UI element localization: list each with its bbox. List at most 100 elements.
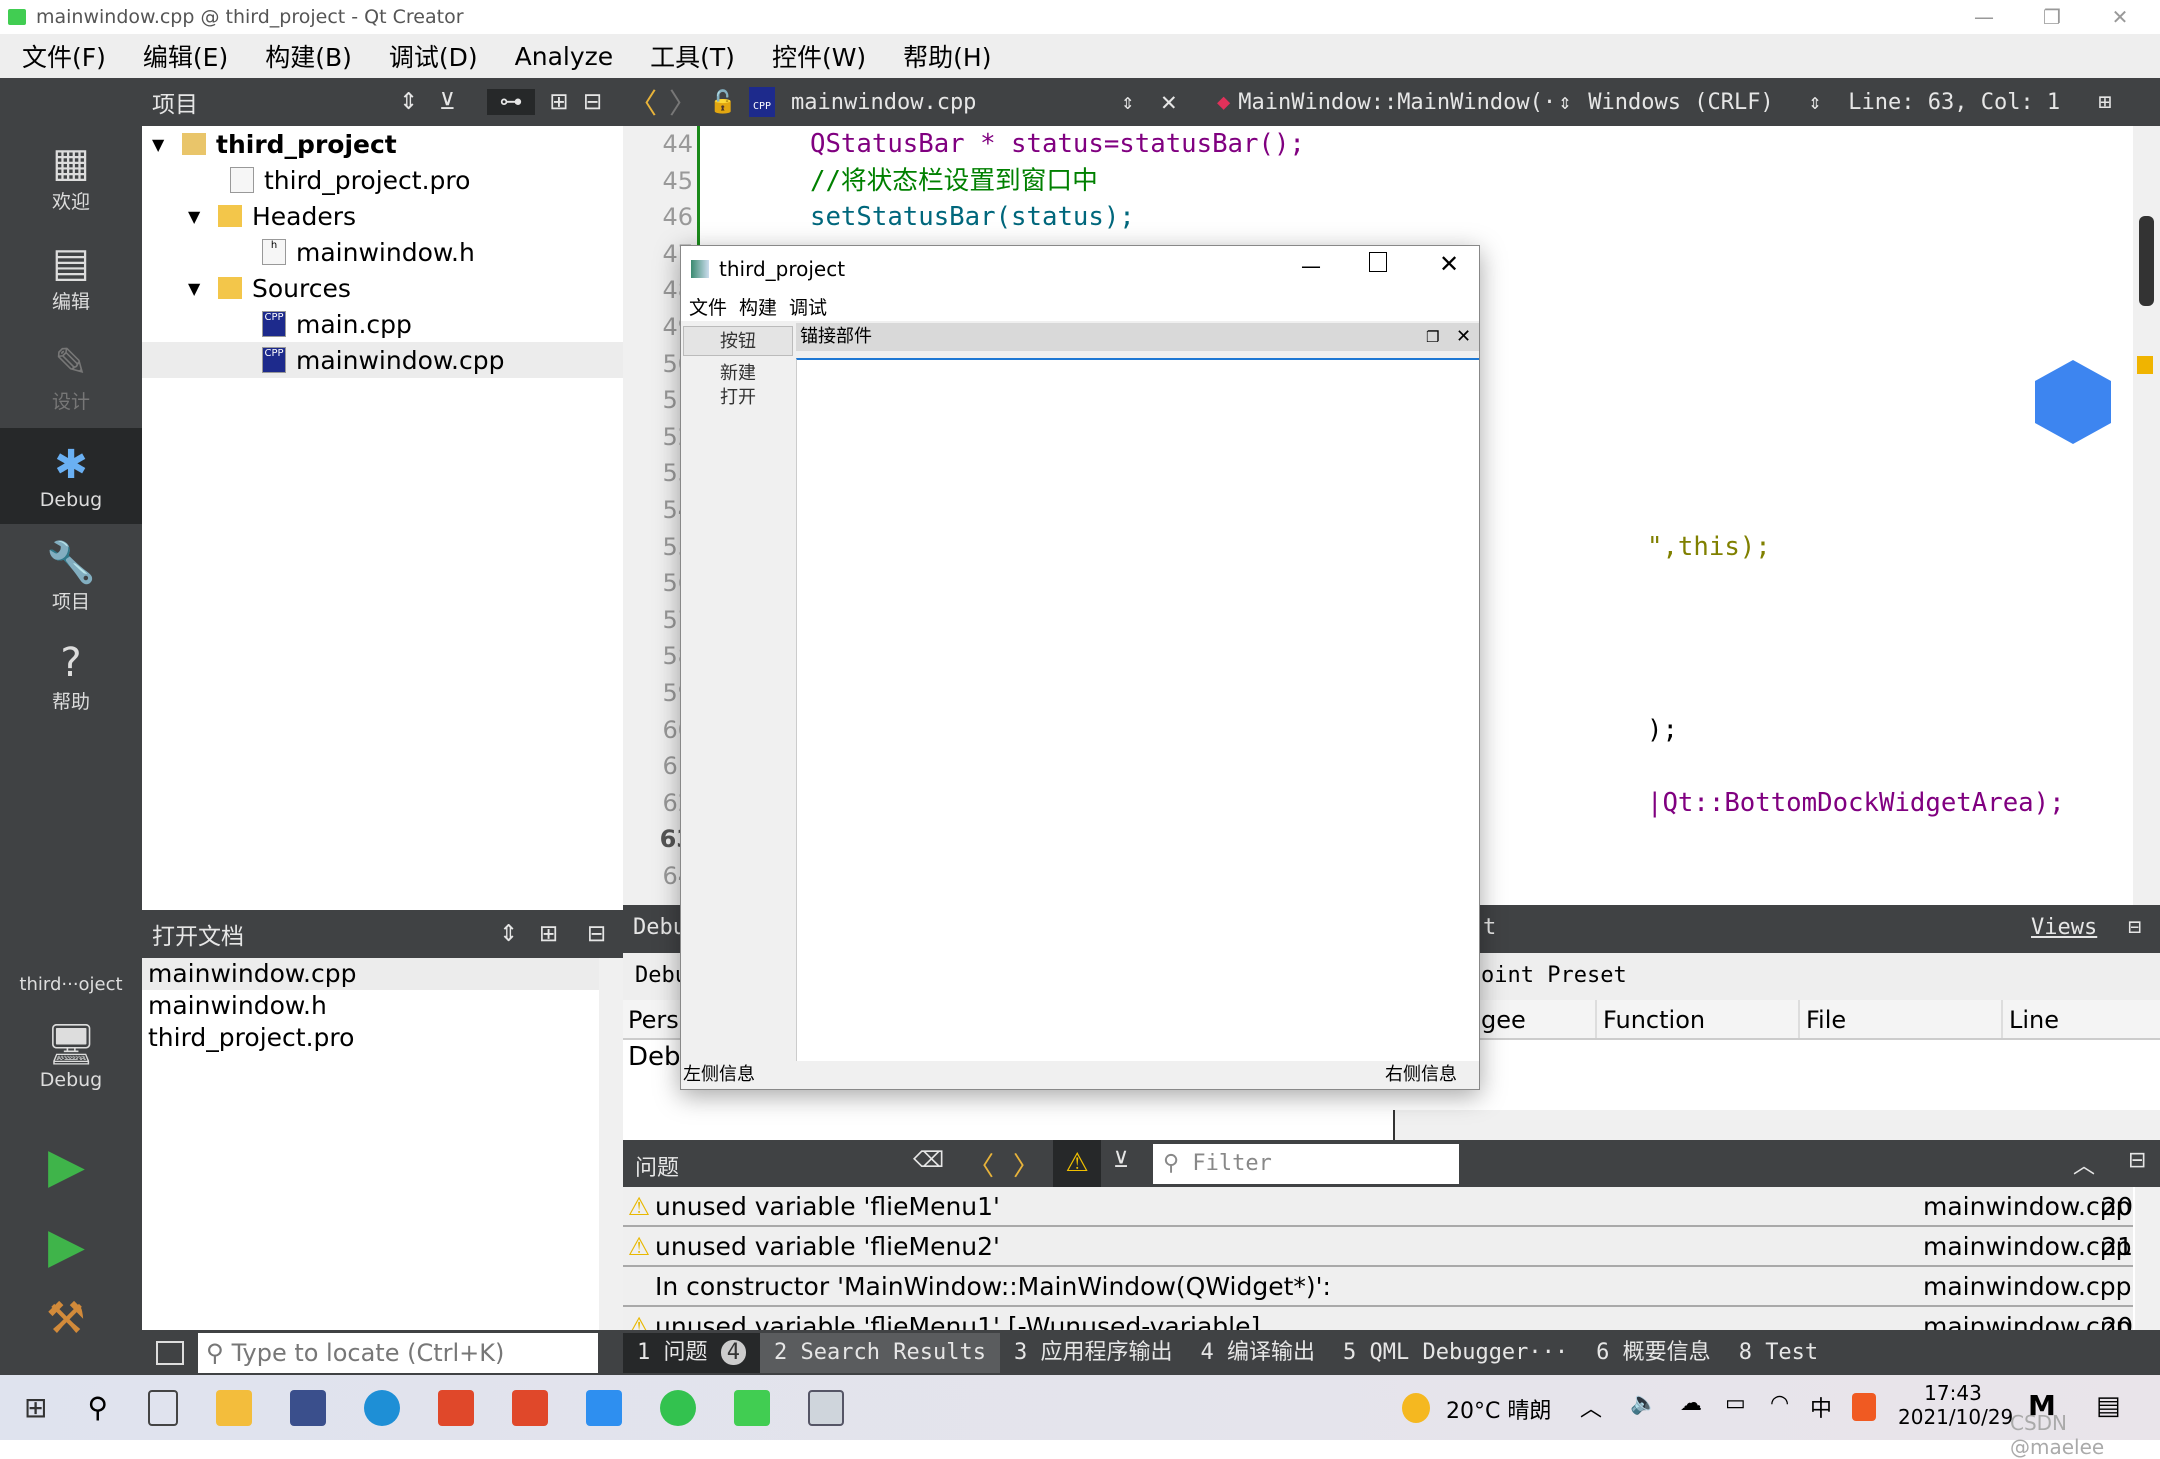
toolbar-new[interactable]: 新建 xyxy=(681,359,795,384)
m-app-icon[interactable]: M xyxy=(2028,1389,2056,1422)
mode-design[interactable]: ✎ 设计 xyxy=(0,328,142,424)
volume-icon[interactable]: 🔈 xyxy=(1630,1391,1657,1416)
output-tab[interactable]: 4 编译输出 xyxy=(1186,1333,1329,1373)
file-explorer-icon[interactable] xyxy=(215,1389,252,1426)
line-ending-selector[interactable]: Windows (CRLF) xyxy=(1588,90,1808,115)
qt-creator-task-icon[interactable] xyxy=(733,1389,770,1426)
link-icon[interactable]: ⊶ xyxy=(487,89,535,115)
restore-button[interactable]: ❐ xyxy=(2018,0,2086,34)
menu-edit[interactable]: 编辑(E) xyxy=(121,38,243,74)
menu-help[interactable]: 帮助(H) xyxy=(881,38,1006,74)
open-doc-item[interactable]: third_project.pro xyxy=(142,1022,623,1054)
output-tab[interactable]: 2 Search Results xyxy=(760,1332,1000,1373)
clock[interactable]: 17:43 2021/10/29 xyxy=(1898,1381,2013,1429)
close-button[interactable]: ✕ xyxy=(2086,0,2154,34)
task-view-icon[interactable] xyxy=(147,1389,178,1426)
close-panel-icon[interactable]: ⊟ xyxy=(2128,1148,2146,1173)
weather-text[interactable]: 20°C 晴朗 xyxy=(1446,1393,1551,1425)
tree-item-headers[interactable]: ▼ Headers xyxy=(188,198,356,234)
back-button[interactable]: 〈 xyxy=(623,82,663,122)
sort-icon[interactable]: ⇕ xyxy=(1808,90,1848,115)
wifi-icon[interactable]: ◠ xyxy=(1770,1391,1789,1416)
start-icon[interactable]: ⊞ xyxy=(24,1391,47,1424)
close-file-button[interactable]: ✕ xyxy=(1161,87,1201,117)
open-doc-item[interactable]: mainwindow.cpp xyxy=(142,958,623,990)
cursor-position[interactable]: Line: 63, Col: 1 xyxy=(1848,90,2098,115)
menu-debug[interactable]: 调试(D) xyxy=(367,38,493,74)
sort-icon[interactable]: ⇕ xyxy=(399,89,439,115)
issue-row[interactable]: ⚠ unused variable 'flieMenu2' mainwindow.c… xyxy=(623,1227,2133,1267)
minimize-button[interactable]: — xyxy=(1950,0,2018,34)
build-hammer-button[interactable]: ⚒ xyxy=(46,1293,85,1344)
issue-row[interactable]: In constructor 'MainWindow::MainWindow(Q… xyxy=(623,1267,2133,1307)
issues-filter-input[interactable]: ⚲ Filter xyxy=(1153,1144,1459,1184)
column-header-file[interactable]: File xyxy=(1798,1000,1852,1038)
output-tab[interactable]: 3 应用程序输出 xyxy=(1000,1333,1187,1373)
tree-item-sources[interactable]: ▼ Sources xyxy=(188,270,351,306)
sogou-icon[interactable] xyxy=(1852,1393,1876,1421)
tray-expand-icon[interactable]: ︿ xyxy=(1580,1391,1602,1423)
mode-debug[interactable]: ✱ Debug xyxy=(0,428,142,524)
filter-icon[interactable]: ⊻ xyxy=(439,89,487,115)
tree-item-project[interactable]: ▼ third_project xyxy=(152,126,397,162)
tree-item-mainwindow-h[interactable]: h mainwindow.h xyxy=(262,234,475,270)
dialog-menu-file[interactable]: 文件 xyxy=(681,293,733,320)
close-panel-icon[interactable]: ⊟ xyxy=(2128,915,2141,940)
issue-row[interactable]: ⚠ unused variable 'flieMenu1' mainwindow.c… xyxy=(623,1187,2133,1227)
split-icon[interactable]: ⊞ xyxy=(2098,90,2138,115)
clean-icon[interactable]: ⌫ xyxy=(913,1148,944,1173)
menu-build[interactable]: 构建(B) xyxy=(243,38,367,74)
docs-scrollbar[interactable] xyxy=(599,958,623,1330)
dialog-maximize-button[interactable] xyxy=(1369,252,1387,272)
mode-welcome[interactable]: ▦ 欢迎 xyxy=(0,128,142,224)
ime-indicator[interactable]: 中 xyxy=(1810,1391,1832,1423)
toolbar-open[interactable]: 打开 xyxy=(681,383,795,408)
dock-float-icon[interactable]: ❐ xyxy=(1426,323,1439,351)
mode-help[interactable]: ? 帮助 xyxy=(0,628,142,724)
edge-icon[interactable] xyxy=(363,1389,400,1426)
tree-item-main-cpp[interactable]: CPP main.cpp xyxy=(262,306,412,342)
table-row[interactable]: Deb xyxy=(628,1042,681,1072)
mode-edit[interactable]: ▤ 编辑 xyxy=(0,228,142,324)
menu-widgets[interactable]: 控件(W) xyxy=(750,38,881,74)
symbol-selector[interactable]: MainWindow::MainWindow(··· xyxy=(1238,90,1558,115)
output-tab[interactable]: 8 Test xyxy=(1725,1333,1832,1373)
target-selector[interactable]: 🖥 Debug xyxy=(0,1008,142,1104)
wechat-icon[interactable] xyxy=(659,1389,696,1426)
open-doc-item[interactable]: mainwindow.h xyxy=(142,990,623,1022)
onedrive-icon[interactable]: ☁ xyxy=(1680,1391,1702,1416)
sidebar-toggle-icon[interactable] xyxy=(156,1340,184,1365)
feishu-icon[interactable] xyxy=(585,1389,622,1426)
debug-run-button[interactable]: ▶ xyxy=(48,1218,85,1274)
dock-close-icon[interactable]: ✕ xyxy=(1456,323,1471,351)
column-header[interactable]: gee xyxy=(1481,1006,1526,1034)
locate-input[interactable]: ⚲ Type to locate (Ctrl+K) xyxy=(198,1332,598,1373)
tree-item-pro[interactable]: third_project.pro xyxy=(230,162,470,198)
column-header[interactable]: Pers xyxy=(628,1006,679,1034)
column-header-function[interactable]: Function xyxy=(1595,1000,1711,1038)
third-project-task-icon[interactable] xyxy=(807,1389,844,1426)
dock-widget-title[interactable]: 锚接部件 ❐ ✕ xyxy=(796,323,1479,351)
split-icon[interactable]: ⊞ xyxy=(539,921,587,947)
mode-projects[interactable]: 🔧 项目 xyxy=(0,528,142,624)
dialog-menu-debug[interactable]: 调试 xyxy=(783,293,833,320)
filter-icon[interactable]: ⊻ xyxy=(1113,1148,1129,1173)
column-header-line[interactable]: Line xyxy=(2001,1000,2065,1038)
split-icon[interactable]: ⊞ xyxy=(535,89,583,115)
tree-item-mainwindow-cpp[interactable]: CPP mainwindow.cpp xyxy=(142,342,623,378)
run-button[interactable]: ▶ xyxy=(48,1138,85,1194)
toolbar-button[interactable]: 按钮 xyxy=(683,326,793,356)
close-panel-icon[interactable]: ⊟ xyxy=(583,89,623,115)
views-button[interactable]: Views xyxy=(2031,915,2097,940)
output-tab[interactable]: 1 问题 4 xyxy=(623,1332,761,1373)
dialog-minimize-button[interactable]: — xyxy=(1301,254,1321,278)
warning-filter-button[interactable]: ⚠ xyxy=(1053,1140,1101,1187)
office-icon[interactable] xyxy=(437,1389,474,1426)
horizontal-scrollbar[interactable] xyxy=(1393,1110,2160,1140)
sort-icon[interactable]: ⇕ xyxy=(1558,90,1588,115)
notification-icon[interactable]: ▤ xyxy=(2096,1391,2121,1421)
dialog-close-button[interactable]: ✕ xyxy=(1439,250,1459,278)
search-icon[interactable]: ⚲ xyxy=(87,1391,108,1424)
editor-scrollbar[interactable] xyxy=(2133,126,2160,905)
battery-icon[interactable]: ▭ xyxy=(1725,1391,1746,1416)
